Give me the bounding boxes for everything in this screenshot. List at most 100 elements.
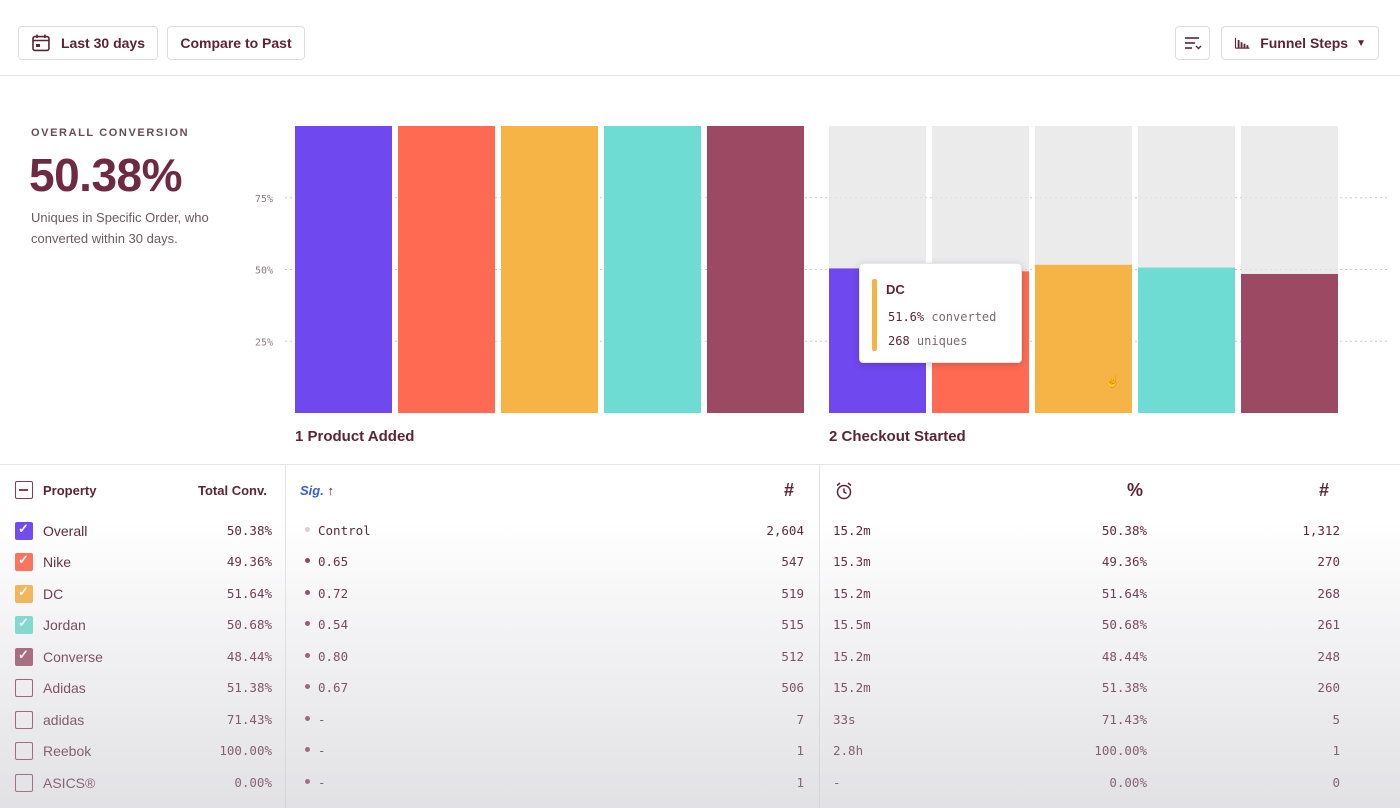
time-to-convert: 15.5m xyxy=(833,617,871,632)
tooltip-converted: 51.6% converted xyxy=(888,310,996,324)
view-mode-dropdown[interactable]: Funnel Steps ▼ xyxy=(1221,26,1379,60)
table-row[interactable]: Reebok 100.00% - 1 2.8h 100.00% 1 xyxy=(0,736,1400,767)
row-checkbox[interactable] xyxy=(15,584,33,603)
table-row[interactable]: adidas 71.43% - 7 33s 71.43% 5 xyxy=(0,705,1400,736)
total-conversion: 100.00% xyxy=(219,743,272,758)
y-tick-label: 75% xyxy=(255,194,273,205)
significance-value: 0.72 xyxy=(318,586,349,601)
significance-cell: 0.72 xyxy=(305,586,348,601)
table-row[interactable]: Overall 50.38% Control 2,604 15.2m 50.38% 1,31… xyxy=(0,516,1400,547)
table-row[interactable]: ASICS® 0.00% - 1 - 0.00% 0 xyxy=(0,768,1400,799)
bar-converse[interactable] xyxy=(707,126,804,413)
tooltip-title: DC xyxy=(886,282,905,297)
significance-label: Sig. xyxy=(300,483,324,498)
significance-dot-icon xyxy=(305,684,310,689)
date-range-button[interactable]: Last 30 days xyxy=(18,26,158,60)
converted-count: 1 xyxy=(1332,743,1340,758)
sort-options-button[interactable] xyxy=(1175,26,1210,60)
significance-cell: 0.54 xyxy=(305,617,348,632)
total-conversion: 0.00% xyxy=(234,775,272,790)
significance-dot-icon xyxy=(305,779,310,784)
bar-nike[interactable] xyxy=(398,126,495,413)
row-checkbox[interactable] xyxy=(15,615,33,634)
row-checkbox[interactable] xyxy=(15,647,33,666)
row-checkbox[interactable] xyxy=(15,774,33,792)
converted-count: 260 xyxy=(1317,680,1340,695)
converted-count-column-header[interactable]: # xyxy=(1319,480,1329,501)
tooltip-color-bar xyxy=(872,279,877,351)
total-conversion: 50.38% xyxy=(226,523,272,538)
step-conversion-percent: 50.38% xyxy=(1101,523,1147,538)
property-name: Reebok xyxy=(43,743,92,759)
percent-column-header[interactable]: % xyxy=(1127,480,1143,501)
time-to-convert: 15.2m xyxy=(833,523,871,538)
time-to-convert: 2.8h xyxy=(833,743,864,758)
bar-jordan[interactable] xyxy=(604,126,701,413)
significance-value: 0.65 xyxy=(318,554,349,569)
time-to-convert: 15.2m xyxy=(833,680,871,695)
funnel-chart: 75% 50% 25% 1 Product Added 2 Checkout Start… xyxy=(255,126,1390,445)
total-conversion-column-header[interactable]: Total Conv. xyxy=(198,483,267,498)
property-name: Nike xyxy=(43,554,72,570)
row-checkbox[interactable] xyxy=(15,711,33,729)
significance-column-header[interactable]: Sig. ↑ xyxy=(300,483,334,498)
pointer-cursor-icon: ☝ xyxy=(1105,374,1120,388)
significance-cell: 0.65 xyxy=(305,554,348,569)
entered-count: 547 xyxy=(781,554,804,569)
count-column-header[interactable]: # xyxy=(784,480,794,501)
compare-to-past-button[interactable]: Compare to Past xyxy=(167,26,305,60)
property-name: Adidas xyxy=(43,680,86,696)
bar-dc[interactable] xyxy=(501,126,598,413)
total-conversion: 51.38% xyxy=(226,680,272,695)
step-conversion-percent: 0.00% xyxy=(1109,775,1147,790)
table-row[interactable]: DC 51.64% 0.72 519 15.2m 51.64% 268 xyxy=(0,579,1400,610)
table-row[interactable]: Jordan 50.68% 0.54 515 15.5m 50.68% 261 xyxy=(0,610,1400,641)
tooltip-uniques-label: uniques xyxy=(916,334,968,348)
table-row[interactable]: Adidas 51.38% 0.67 506 15.2m 51.38% 260 xyxy=(0,673,1400,704)
row-checkbox[interactable] xyxy=(15,521,33,540)
entered-count: 506 xyxy=(781,680,804,695)
y-tick-label: 25% xyxy=(255,337,273,348)
row-checkbox[interactable] xyxy=(15,742,33,760)
entered-count: 1 xyxy=(796,743,804,758)
results-table: Property Total Conv. Sig. ↑ # % # Overal… xyxy=(0,464,1400,808)
select-all-checkbox[interactable] xyxy=(15,481,33,499)
alarm-clock-icon[interactable] xyxy=(834,481,854,501)
significance-value: - xyxy=(318,775,326,790)
significance-cell: 0.80 xyxy=(305,649,348,664)
funnel-step-label: 2 Checkout Started xyxy=(829,428,966,445)
property-name: adidas xyxy=(43,712,85,728)
significance-cell: Control xyxy=(305,523,371,538)
converted-count: 261 xyxy=(1317,617,1340,632)
converted-count: 270 xyxy=(1317,554,1340,569)
total-conversion: 49.36% xyxy=(226,554,272,569)
time-to-convert: 15.2m xyxy=(833,649,871,664)
step-conversion-percent: 49.36% xyxy=(1101,554,1147,569)
converted-count: 0 xyxy=(1332,775,1340,790)
bar-overall[interactable] xyxy=(295,126,392,413)
bar-converse[interactable] xyxy=(1241,273,1338,413)
significance-cell: - xyxy=(305,712,326,727)
step-conversion-percent: 71.43% xyxy=(1101,712,1147,727)
bar-tooltip: DC 51.6% converted 268 uniques xyxy=(859,263,1022,363)
table-row[interactable]: Converse 48.44% 0.80 512 15.2m 48.44% 248 xyxy=(0,642,1400,673)
significance-dot-icon xyxy=(305,747,310,752)
bar-jordan[interactable] xyxy=(1138,267,1235,413)
compare-label: Compare to Past xyxy=(180,35,292,51)
entered-count: 512 xyxy=(781,649,804,664)
property-column-header[interactable]: Property xyxy=(43,483,96,498)
table-row[interactable]: Nike 49.36% 0.65 547 15.3m 49.36% 270 xyxy=(0,547,1400,578)
significance-value: 0.67 xyxy=(318,680,349,695)
property-name: Converse xyxy=(43,649,103,665)
converted-count: 1,312 xyxy=(1302,523,1340,538)
funnel-step-label: 1 Product Added xyxy=(295,428,414,445)
row-checkbox[interactable] xyxy=(15,552,33,571)
significance-value: Control xyxy=(318,523,371,538)
converted-count: 248 xyxy=(1317,649,1340,664)
bar-dc[interactable] xyxy=(1035,264,1132,413)
funnel-report: Last 30 days Compare to Past Funnel Step xyxy=(0,0,1400,808)
total-conversion: 48.44% xyxy=(226,649,272,664)
row-checkbox[interactable] xyxy=(15,679,33,697)
total-conversion: 71.43% xyxy=(226,712,272,727)
property-name: ASICS® xyxy=(43,775,96,791)
